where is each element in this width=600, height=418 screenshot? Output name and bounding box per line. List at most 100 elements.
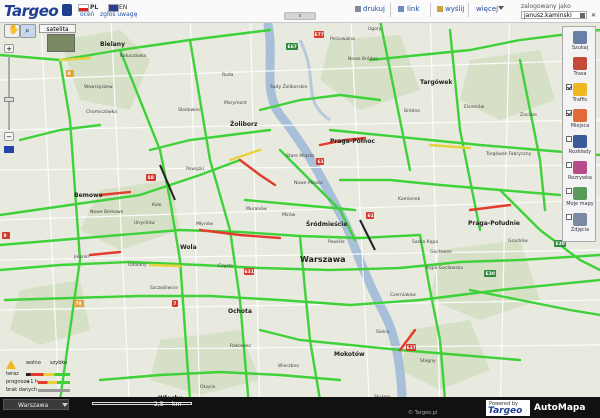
place-label: Słodowiec — [178, 107, 201, 113]
place-label: Rakowiec — [230, 343, 252, 349]
label-mokotow: Mokotów — [334, 351, 365, 358]
legend-no-data-bar — [38, 389, 70, 392]
my-maps-checkbox[interactable] — [566, 188, 572, 194]
pan-tool-button[interactable]: ✋ — [4, 24, 20, 38]
svg-text:8: 8 — [68, 71, 71, 77]
entertainment-icon — [573, 161, 587, 174]
map-scale: 2,5 km — [92, 401, 192, 410]
place-label: Stegny — [420, 358, 436, 364]
svg-text:E30: E30 — [486, 271, 495, 277]
road-shield: 61 — [366, 212, 374, 219]
photos-checkbox[interactable] — [566, 214, 572, 220]
legend-fast: szybko — [50, 360, 68, 366]
collapse-header-tab[interactable]: s — [284, 12, 316, 20]
chevron-down-icon[interactable] — [580, 13, 585, 18]
places-icon — [573, 109, 587, 122]
targeo-logo[interactable]: Targeo — [4, 2, 59, 20]
panel-item-label: Traffic — [572, 97, 588, 103]
zoom-in-button[interactable]: + — [4, 44, 14, 53]
timetables-checkbox[interactable] — [566, 136, 572, 142]
place-label: Koło — [152, 202, 162, 208]
label-bemowo: Bemowo — [74, 192, 103, 199]
menu-more[interactable]: więcej — [476, 5, 498, 13]
label-wola: Wola — [180, 244, 197, 251]
zoom-slider-handle[interactable] — [4, 96, 14, 102]
lang-en[interactable]: EN — [119, 4, 127, 11]
place-label: Jelonki — [73, 254, 89, 260]
place-label: Targówek Fabryczny — [485, 150, 532, 157]
place-label: Mirów — [282, 211, 296, 218]
place-label: Marymont — [224, 100, 247, 106]
legend-now-bar — [26, 373, 70, 376]
label-targowek: Targówek — [420, 79, 453, 86]
satellite-view-toggle[interactable]: satelita — [39, 24, 76, 33]
map-attribution: © Targeo.pl — [408, 410, 438, 416]
chevron-down-icon[interactable] — [62, 403, 68, 407]
label-praga-polnoc: Praga-Północ — [330, 138, 375, 145]
panel-item-route[interactable]: Trasa — [563, 57, 597, 83]
send-icon[interactable] — [437, 6, 443, 12]
traffic-warning-icon — [6, 360, 16, 369]
place-label: Powiśle — [328, 238, 345, 245]
road-shield: 637 — [406, 344, 416, 351]
svg-text:61: 61 — [318, 159, 324, 165]
menu-link[interactable]: link — [407, 5, 419, 13]
scale-value: 2,5 — [154, 401, 164, 408]
place-label: Szczęśliwice — [150, 284, 178, 291]
places-checkbox[interactable] — [566, 110, 572, 116]
svg-text:S8: S8 — [148, 175, 154, 181]
report-link[interactable]: zgłoś uwagę — [100, 11, 137, 18]
zoom-out-button[interactable]: − — [4, 132, 14, 141]
place-label: Elsnerów — [464, 103, 485, 110]
label-zoliborz: Żoliborz — [230, 121, 258, 128]
powered-by-badge[interactable]: Powered by Targeo — [486, 400, 530, 416]
place-label: Powązki — [186, 166, 204, 172]
entertainment-checkbox[interactable] — [566, 162, 572, 168]
panel-item-search[interactable]: Szukaj — [563, 31, 597, 57]
place-label: Kępa Gocławska — [426, 265, 463, 271]
automapa-brand[interactable]: AutoMapa — [534, 403, 585, 413]
panel-item-label: Miejsca — [570, 123, 590, 129]
place-label: Grochów — [508, 237, 528, 244]
panel-item-photos[interactable]: Zdjęcia — [563, 213, 597, 239]
panel-item-timetables[interactable]: Rozkłady — [563, 135, 597, 161]
place-label: Kamionek — [398, 196, 421, 202]
place-label: Czerniaków — [390, 291, 416, 298]
panel-item-label: Rozrywka — [568, 175, 592, 181]
lang-pl[interactable]: PL — [90, 4, 98, 11]
search-binoculars-icon — [573, 31, 587, 44]
road-shield: E77 — [314, 31, 324, 38]
scale-unit: km — [172, 401, 182, 408]
place-label: Sady Żoliborskie — [270, 83, 308, 90]
panel-item-traffic[interactable]: Traffic — [563, 83, 597, 109]
panel-item-places[interactable]: Miejsca — [563, 109, 597, 135]
traffic-map[interactable]: Bielany Żoliborz Praga-Północ Targówek B… — [0, 0, 600, 418]
place-label: Bródno — [404, 107, 420, 114]
magnifier-icon: ⌕ — [25, 26, 30, 35]
city-select[interactable]: Warszawa — [3, 399, 69, 410]
print-icon[interactable] — [355, 6, 361, 12]
more-icon[interactable] — [498, 6, 504, 10]
eu-flag-icon — [4, 146, 14, 153]
place-label: Ugory — [368, 26, 382, 32]
satellite-thumbnail[interactable] — [47, 34, 75, 52]
zoom-tool-button[interactable]: ⌕ — [20, 24, 36, 38]
user-menu[interactable]: janusz.kaminski — [521, 11, 587, 19]
panel-item-my-maps[interactable]: Moje mapy — [563, 187, 597, 213]
place-label: Okęcie — [200, 384, 216, 390]
legend-forecast-time: +1 h — [26, 379, 39, 385]
menu-print[interactable]: drukuj — [363, 5, 385, 13]
menu-send[interactable]: wyślij — [445, 5, 464, 13]
place-label: Ulrychów — [134, 219, 155, 226]
traffic-warning-icon — [573, 83, 587, 96]
zoom-track[interactable] — [8, 56, 10, 130]
legend-slow: wolno — [26, 360, 41, 366]
panel-item-entertainment[interactable]: Rozrywka — [563, 161, 597, 187]
traffic-checkbox[interactable] — [566, 84, 572, 90]
rate-link[interactable]: oceń — [80, 11, 94, 18]
svg-text:E67: E67 — [288, 44, 297, 50]
link-icon[interactable] — [398, 6, 404, 12]
road-shield: 8 — [2, 232, 10, 239]
close-icon[interactable]: ✕ — [591, 12, 596, 19]
panel-item-label: Trasa — [573, 71, 587, 77]
